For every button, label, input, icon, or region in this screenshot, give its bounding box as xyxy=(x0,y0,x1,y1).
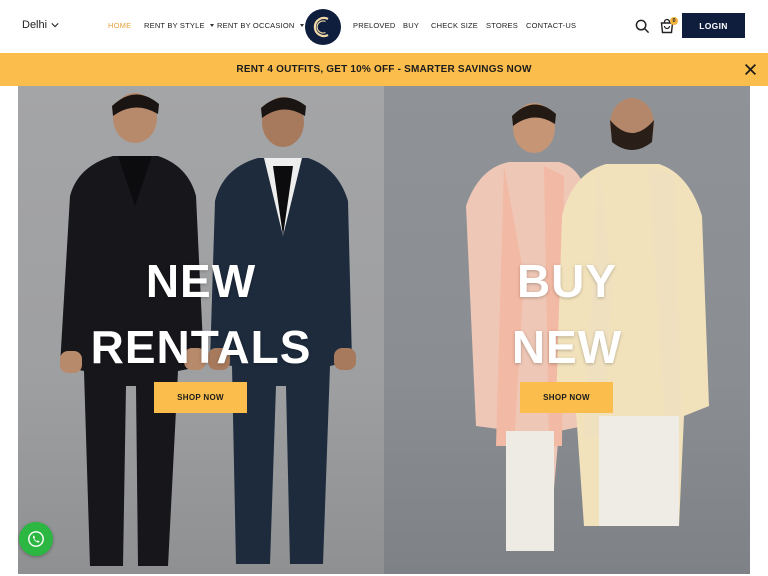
hero-title-line2: NEW xyxy=(511,321,623,373)
nav-label: CHECK SIZE xyxy=(431,21,479,30)
logo-c-icon xyxy=(313,16,329,38)
close-icon[interactable] xyxy=(744,63,757,76)
nav-buy[interactable]: BUY xyxy=(403,21,431,30)
shop-now-buy-button[interactable]: SHOP NOW xyxy=(520,382,613,413)
nav-label: STORES xyxy=(486,21,518,30)
shop-now-rentals-button[interactable]: SHOP NOW xyxy=(154,382,247,413)
nav-label: CONTACT-US xyxy=(526,21,577,30)
login-button[interactable]: LOGIN xyxy=(682,13,745,38)
whatsapp-icon xyxy=(28,531,44,547)
nav-label: HOME xyxy=(108,21,132,30)
hero-title-line2: RENTALS xyxy=(90,321,312,373)
main-nav: HOME RENT BY STYLE RENT BY OCCASION PREL… xyxy=(108,21,576,30)
hero-panel-rentals[interactable]: NEW RENTALS SHOP NOW xyxy=(18,86,384,574)
whatsapp-button[interactable] xyxy=(19,522,53,556)
site-header: Delhi HOME RENT BY STYLE RENT BY OCCASIO… xyxy=(0,0,768,53)
caret-down-icon xyxy=(209,24,214,27)
nav-preloved[interactable]: PRELOVED xyxy=(353,21,403,30)
promo-bar: RENT 4 OUTFITS, GET 10% OFF - SMARTER SA… xyxy=(0,53,768,86)
chevron-down-icon xyxy=(51,23,59,28)
caret-down-icon xyxy=(299,24,304,27)
hero-title-line1: BUY xyxy=(516,255,618,307)
hero-title-line1: NEW xyxy=(145,255,257,307)
nav-label: PRELOVED xyxy=(353,21,396,30)
hero-panel-buy[interactable]: BUY NEW SHOP NOW xyxy=(384,86,750,574)
nav-rent-by-style[interactable]: RENT BY STYLE xyxy=(144,21,217,30)
nav-label: RENT BY OCCASION xyxy=(217,21,295,30)
nav-check-size[interactable]: CHECK SIZE xyxy=(431,21,486,30)
brand-logo[interactable] xyxy=(305,9,341,45)
nav-label: BUY xyxy=(403,21,420,30)
promo-text: RENT 4 OUTFITS, GET 10% OFF - SMARTER SA… xyxy=(236,64,532,75)
nav-label: RENT BY STYLE xyxy=(144,21,205,30)
nav-contact-us[interactable]: CONTACT-US xyxy=(526,21,576,30)
nav-stores[interactable]: STORES xyxy=(486,21,526,30)
search-icon[interactable] xyxy=(635,19,650,34)
city-label: Delhi xyxy=(22,19,48,31)
nav-home[interactable]: HOME xyxy=(108,21,144,30)
cart-count-badge: 0 xyxy=(670,17,678,25)
city-selector[interactable]: Delhi xyxy=(22,19,59,31)
